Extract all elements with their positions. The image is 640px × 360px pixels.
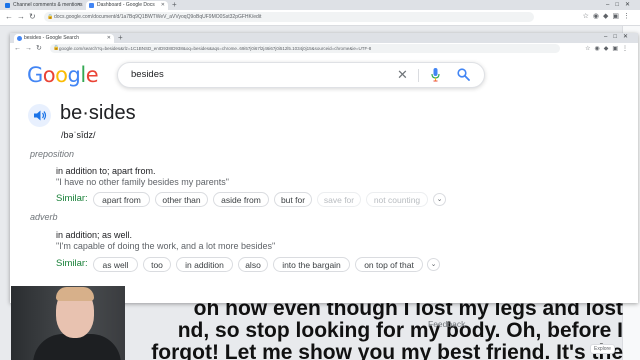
youtube-studio-icon xyxy=(5,3,10,8)
search-icon[interactable] xyxy=(457,68,470,81)
similar-chip[interactable]: apart from xyxy=(93,192,150,207)
search-divider xyxy=(418,69,419,82)
outer-tab-label: Channel comments & mentions xyxy=(13,2,83,8)
search-box[interactable]: besides ✕ xyxy=(117,62,485,88)
outer-tab-channel-comments[interactable]: Channel comments & mentions ✕ xyxy=(2,1,84,10)
similar-chip[interactable]: also xyxy=(238,257,268,272)
pronunciation-button[interactable] xyxy=(28,104,51,127)
reload-icon[interactable]: ↻ xyxy=(36,44,42,54)
logo-letter: e xyxy=(85,63,99,87)
lock-icon: 🔒 xyxy=(47,14,54,20)
speaker-icon xyxy=(34,110,47,121)
similar-chip[interactable]: but for xyxy=(274,192,312,207)
clear-icon[interactable]: ✕ xyxy=(397,63,408,87)
webcam-person-hair xyxy=(56,287,94,301)
search-popup-window: besides - Google Search ✕ + –□✕ ← → ↻ 🔒 … xyxy=(10,33,638,329)
window-controls[interactable]: –□✕ xyxy=(604,33,634,42)
popup-tab-search[interactable]: besides - Google Search ✕ xyxy=(14,34,114,43)
outer-url: docs.google.com/document/d/1a7Bq9Q1BWTWe… xyxy=(54,14,262,20)
search-input[interactable]: besides xyxy=(131,63,164,87)
popup-tab-label: besides - Google Search xyxy=(24,35,80,41)
logo-text: Google xyxy=(27,63,99,87)
new-tab-button[interactable]: + xyxy=(172,1,177,9)
feedback-link[interactable]: Feedback xyxy=(428,319,465,329)
similar-chip[interactable]: on top of that xyxy=(355,257,423,272)
part-of-speech: adverb xyxy=(30,212,58,222)
document-line: nd, so stop looking for my body. Oh, bef… xyxy=(177,319,623,342)
similar-chip: not counting xyxy=(366,192,428,207)
lock-icon: 🔒 xyxy=(53,45,60,51)
outer-tab-label: Dashboard - Google Docs xyxy=(97,2,155,8)
window-controls[interactable]: –□✕ xyxy=(606,1,636,9)
outer-address-bar[interactable]: 🔒 docs.google.com/document/d/1a7Bq9Q1BWT… xyxy=(44,12,534,22)
close-icon[interactable]: ✕ xyxy=(107,34,111,43)
example-sentence: "I have no other family besides my paren… xyxy=(56,177,229,187)
similar-chip[interactable]: into the bargain xyxy=(273,257,350,272)
example-sentence: "I'm capable of doing the work, and a lo… xyxy=(56,241,276,251)
microphone-icon[interactable] xyxy=(431,68,440,82)
similar-label: Similar: xyxy=(56,258,88,269)
chevron-down-icon[interactable]: ⌄ xyxy=(427,258,440,271)
logo-letter: G xyxy=(27,63,43,87)
headword: be·sides xyxy=(60,102,136,124)
similar-chip[interactable]: other than xyxy=(155,192,208,207)
popup-url: google.com/search?q=besides&rlz=1C1BNSD_… xyxy=(59,46,372,51)
logo-letter: o xyxy=(55,63,68,87)
extension-icons[interactable]: ☆◉◆▣⋮ xyxy=(583,12,634,22)
explore-button[interactable]: Explore xyxy=(590,344,615,354)
similar-chip[interactable]: in addition xyxy=(176,257,233,272)
back-icon[interactable]: ← xyxy=(5,12,13,22)
similar-chip[interactable]: as well xyxy=(93,257,138,272)
forward-icon[interactable]: → xyxy=(17,12,25,22)
back-icon[interactable]: ← xyxy=(14,44,21,54)
similar-chip[interactable]: aside from xyxy=(213,192,269,207)
webcam-overlay xyxy=(11,286,125,360)
document-line: forgot! Let me show you my best friend. … xyxy=(151,341,623,360)
popup-tab-bar: besides - Google Search ✕ + –□✕ xyxy=(10,33,638,43)
phonetic-spelling: /bəˈsīdz/ xyxy=(61,130,96,140)
google-docs-icon xyxy=(89,3,94,8)
outer-tab-google-docs[interactable]: Dashboard - Google Docs ✕ xyxy=(86,1,168,10)
dictionary-card: be·sides /bəˈsīdz/ preposition in additi… xyxy=(10,95,638,329)
forward-icon[interactable]: → xyxy=(25,44,32,54)
logo-letter: o xyxy=(42,63,56,87)
outer-toolbar: ← → ↻ 🔒 docs.google.com/document/d/1a7Bq… xyxy=(0,10,640,26)
similar-label: Similar: xyxy=(56,193,88,204)
popup-address-bar[interactable]: 🔒 google.com/search?q=besides&rlz=1C1BNS… xyxy=(50,44,560,53)
google-favicon-icon xyxy=(17,36,22,41)
part-of-speech: preposition xyxy=(30,149,75,159)
reload-icon[interactable]: ↻ xyxy=(29,12,36,22)
similar-chip[interactable]: too xyxy=(143,257,171,272)
google-search-header: Google besides ✕ xyxy=(10,55,638,95)
similar-chip: save for xyxy=(317,192,361,207)
logo-letter: g xyxy=(67,63,81,87)
outer-tab-bar: Channel comments & mentions ✕ Dashboard … xyxy=(0,0,640,10)
close-icon[interactable]: ✕ xyxy=(161,1,165,10)
extension-icons[interactable]: ☆◉◆▣⋮ xyxy=(585,44,632,54)
explore-label: Explore xyxy=(594,346,611,352)
chevron-down-icon[interactable]: ⌄ xyxy=(433,193,446,206)
google-logo[interactable]: Google xyxy=(27,63,99,87)
new-tab-button[interactable]: + xyxy=(118,33,123,42)
close-icon[interactable]: ✕ xyxy=(77,1,81,10)
